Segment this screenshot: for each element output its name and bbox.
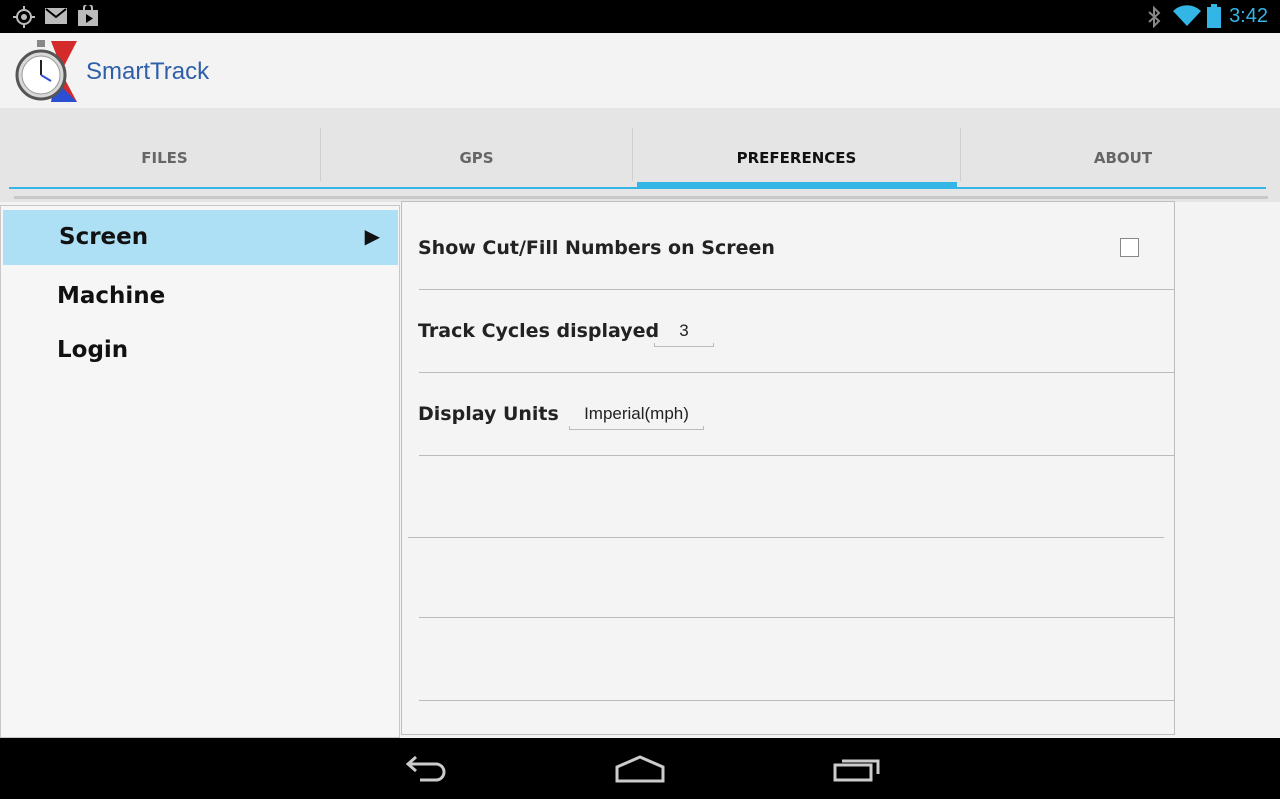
row-divider xyxy=(419,700,1174,701)
row-divider xyxy=(419,455,1174,456)
app-title: SmartTrack xyxy=(86,58,210,85)
spinner-underline xyxy=(569,426,704,430)
display-units-value: Imperial(mph) xyxy=(584,404,689,423)
category-label: Login xyxy=(57,337,129,363)
tab-about[interactable]: ABOUT xyxy=(961,128,1280,188)
bluetooth-icon xyxy=(1148,6,1161,28)
category-item-login[interactable]: Login xyxy=(57,337,128,363)
tab-label: ABOUT xyxy=(1093,149,1153,167)
show-cut-fill-label: Show Cut/Fill Numbers on Screen xyxy=(418,237,775,259)
pref-row-show-cut-fill[interactable]: Show Cut/Fill Numbers on Screen xyxy=(402,202,1174,289)
action-bar: SmartTrack xyxy=(0,33,1280,108)
selected-arrow-icon: ▶ xyxy=(364,224,380,248)
category-item-screen[interactable]: Screen ▶ xyxy=(3,210,398,265)
tab-label: GPS xyxy=(459,149,494,167)
row-divider xyxy=(419,617,1174,618)
play-store-icon xyxy=(78,5,98,26)
back-icon[interactable] xyxy=(400,754,448,784)
status-time: 3:42 xyxy=(1229,5,1268,27)
tab-files[interactable]: FILES xyxy=(9,128,320,188)
stopwatch-logo[interactable] xyxy=(15,38,79,102)
tab-gps[interactable]: GPS xyxy=(321,128,632,188)
track-cycles-label: Track Cycles displayed xyxy=(418,320,660,342)
track-cycles-value: 3 xyxy=(679,321,689,340)
category-label: Screen xyxy=(59,224,149,250)
row-divider xyxy=(419,372,1174,373)
tab-preferences[interactable]: PREFERENCES xyxy=(633,128,960,188)
home-icon[interactable] xyxy=(614,754,666,784)
category-label: Machine xyxy=(57,283,166,309)
display-units-spinner[interactable]: Imperial(mph) xyxy=(569,398,704,432)
show-cut-fill-checkbox[interactable] xyxy=(1120,238,1139,257)
battery-icon xyxy=(1207,4,1221,28)
row-divider xyxy=(408,537,1164,538)
screen-preferences-panel: Show Cut/Fill Numbers on Screen Track Cy… xyxy=(401,201,1175,735)
gps-icon xyxy=(13,6,35,28)
wifi-icon xyxy=(1173,5,1201,26)
tab-bar: FILES GPS PREFERENCES ABOUT xyxy=(0,108,1280,202)
gmail-icon xyxy=(45,8,67,24)
system-navigation-bar xyxy=(0,738,1280,799)
category-item-machine[interactable]: Machine xyxy=(57,283,165,309)
tab-label: FILES xyxy=(141,149,188,167)
preference-categories-list: Screen ▶ Machine Login xyxy=(0,205,400,738)
display-units-label: Display Units xyxy=(418,403,559,425)
tab-selected-indicator xyxy=(637,182,957,188)
row-divider xyxy=(419,289,1174,290)
status-bar: 3:42 xyxy=(0,0,1280,33)
track-cycles-spinner[interactable]: 3 xyxy=(654,315,714,349)
spinner-underline xyxy=(654,343,714,347)
tab-shadow xyxy=(14,196,1268,199)
recent-apps-icon[interactable] xyxy=(832,754,882,784)
tab-label: PREFERENCES xyxy=(736,149,857,167)
